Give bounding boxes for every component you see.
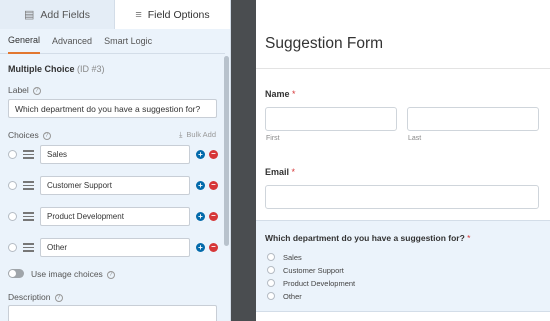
required-marker: * [467,233,471,243]
default-choice-radio[interactable] [8,212,17,221]
bulk-add-label: Bulk Add [186,130,216,139]
question-text: Which department do you have a suggestio… [265,233,465,243]
description-textarea[interactable] [8,305,217,321]
add-choice-icon[interactable]: + [196,243,205,252]
sliders-icon: ≡ [135,8,142,21]
add-choice-icon[interactable]: + [196,181,205,190]
image-choices-label: Use image choices? [31,269,115,279]
name-label-text: Name [265,89,290,99]
description-title: Description? [8,292,63,302]
tab-add-fields[interactable]: ▤ Add Fields [0,0,115,29]
remove-choice-icon[interactable]: – [209,181,218,190]
drag-handle-icon[interactable] [23,181,34,190]
default-choice-radio[interactable] [8,243,17,252]
choice-input[interactable]: Customer Support [40,176,190,195]
panel-divider [231,0,256,321]
remove-choice-icon[interactable]: – [209,150,218,159]
toggle-knob [9,270,16,277]
label-input[interactable]: Which department do you have a suggestio… [8,99,217,118]
email-label: Email * [265,167,295,177]
question-label: Which department do you have a suggestio… [265,233,470,243]
choice-input[interactable]: Sales [40,145,190,164]
tab-field-options-label: Field Options [147,8,210,21]
form-title: Suggestion Form [265,35,384,52]
option-radio[interactable] [267,253,275,261]
label-title-text: Label [8,85,29,95]
list-icon: ▤ [23,9,35,21]
drag-handle-icon[interactable] [23,150,34,159]
choice-row: Sales + – [8,145,223,164]
tab-add-fields-label: Add Fields [40,8,90,21]
option-item[interactable]: Other [267,292,302,302]
image-choices-toggle[interactable] [8,269,24,278]
email-input[interactable] [265,185,539,209]
field-type-name: Multiple Choice [8,64,75,74]
panel-tabs: ▤ Add Fields ≡ Field Options [0,0,230,29]
title-divider [256,68,550,69]
choice-row: Customer Support + – [8,176,223,195]
default-choice-radio[interactable] [8,150,17,159]
choice-row: Other + – [8,238,223,257]
add-choice-icon[interactable]: + [196,150,205,159]
name-label: Name * [265,89,296,99]
option-subtabs: General Advanced Smart Logic [0,29,225,54]
option-item[interactable]: Customer Support [267,266,344,276]
help-icon[interactable]: ? [32,87,41,95]
field-id: (ID #3) [77,64,105,74]
required-marker: * [291,167,296,177]
last-sublabel: Last [408,135,422,142]
first-name-input[interactable] [265,107,397,131]
bulk-add-link[interactable]: ⤓ Bulk Add [179,130,216,140]
option-label: Customer Support [283,266,344,275]
choice-input[interactable]: Other [40,238,190,257]
choice-row: Product Development + – [8,207,223,226]
upload-icon: ⤓ [179,130,183,139]
image-choices-text: Use image choices [31,269,103,279]
selected-field-highlight[interactable]: Which department do you have a suggestio… [256,220,550,312]
option-item[interactable]: Product Development [267,279,355,289]
help-icon[interactable]: ? [54,294,63,302]
add-choice-icon[interactable]: + [196,212,205,221]
form-preview: Suggestion Form Name * First Last Email … [256,0,550,321]
remove-choice-icon[interactable]: – [209,243,218,252]
description-title-text: Description [8,292,51,302]
drag-handle-icon[interactable] [23,212,34,221]
choices-title-text: Choices [8,130,39,140]
choice-input[interactable]: Product Development [40,207,190,226]
option-item[interactable]: Sales [267,253,302,263]
last-name-input[interactable] [407,107,539,131]
field-type-heading: Multiple Choice (ID #3) [8,64,105,74]
required-marker: * [292,89,296,99]
label-field-title: Label? [8,85,41,95]
subtab-smart-logic[interactable]: Smart Logic [104,30,152,53]
subtab-advanced[interactable]: Advanced [52,30,92,53]
option-radio[interactable] [267,266,275,274]
option-radio[interactable] [267,292,275,300]
option-label: Product Development [283,279,356,288]
email-label-text: Email [265,167,290,177]
first-sublabel: First [266,135,280,142]
option-label: Other [283,292,302,301]
option-label: Sales [283,253,302,262]
remove-choice-icon[interactable]: – [209,212,218,221]
help-icon[interactable]: ? [42,132,51,140]
choices-title: Choices? [8,130,51,140]
panel-scrollbar[interactable] [224,56,229,246]
drag-handle-icon[interactable] [23,243,34,252]
option-radio[interactable] [267,279,275,287]
help-icon[interactable]: ? [106,271,115,279]
default-choice-radio[interactable] [8,181,17,190]
tab-field-options[interactable]: ≡ Field Options [115,0,230,29]
field-options-panel: ▤ Add Fields ≡ Field Options General Adv… [0,0,231,321]
subtab-general[interactable]: General [8,29,41,54]
